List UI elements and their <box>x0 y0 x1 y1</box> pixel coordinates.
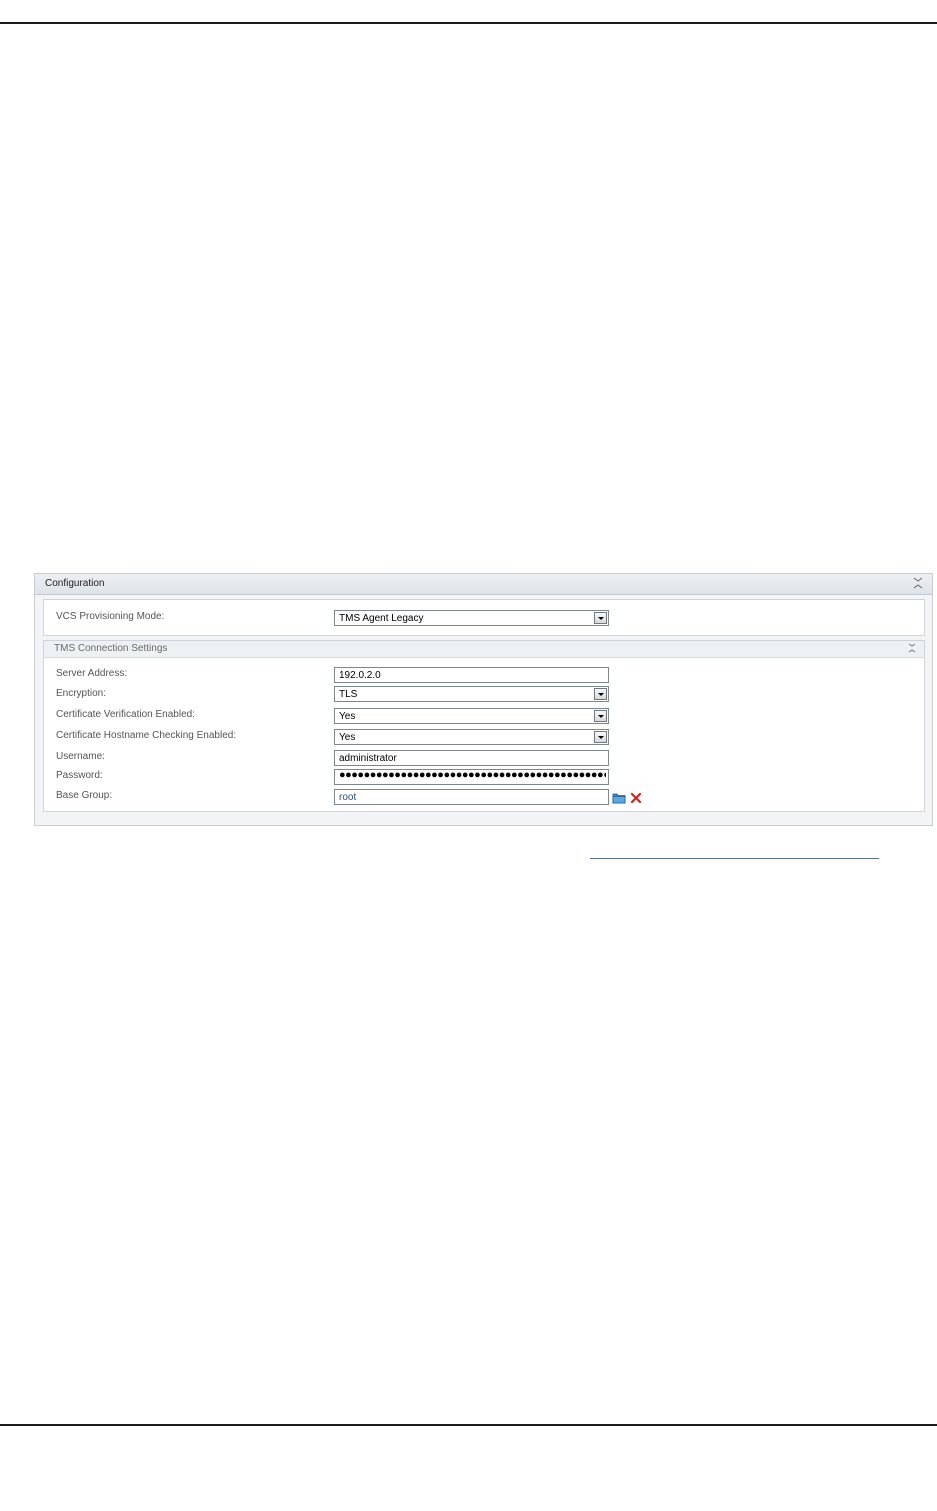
username-value: administrator <box>339 753 397 764</box>
encryption-value: TLS <box>339 689 358 700</box>
page-header-rule <box>0 22 937 24</box>
tms-connection-title: TMS Connection Settings <box>54 643 168 654</box>
provisioning-mode-select[interactable]: TMS Agent Legacy <box>334 610 609 626</box>
folder-icon[interactable] <box>612 791 626 804</box>
document-link-underline <box>590 858 879 859</box>
cert-verification-label: Certificate Verification Enabled: <box>56 709 195 720</box>
configuration-panel-header: Configuration <box>35 574 932 595</box>
tms-connection-header: TMS Connection Settings <box>44 641 924 658</box>
server-address-input[interactable]: 192.0.2.0 <box>334 667 609 683</box>
provisioning-mode-section: VCS Provisioning Mode: TMS Agent Legacy <box>43 599 925 636</box>
chevron-down-icon[interactable] <box>594 612 607 624</box>
server-address-value: 192.0.2.0 <box>339 670 381 681</box>
chevron-down-icon[interactable] <box>594 731 607 743</box>
page-footer-rule <box>0 1424 937 1426</box>
chevron-down-icon[interactable] <box>594 710 607 722</box>
password-input[interactable]: ●●●●●●●●●●●●●●●●●●●●●●●●●●●●●●●●●●●●●●●●… <box>334 769 609 785</box>
server-address-label: Server Address: <box>56 668 128 679</box>
configuration-panel: Configuration VCS Provisioning Mode: TMS… <box>34 573 933 826</box>
double-chevron-icon[interactable] <box>912 576 924 590</box>
base-group-value[interactable]: root <box>339 792 356 803</box>
username-label: Username: <box>56 751 105 762</box>
encryption-label: Encryption: <box>56 688 107 699</box>
cert-verification-value: Yes <box>339 711 356 722</box>
base-group-input[interactable]: root <box>334 789 609 805</box>
username-input[interactable]: administrator <box>334 750 609 766</box>
panel-title: Configuration <box>45 578 105 589</box>
base-group-label: Base Group: <box>56 790 113 801</box>
password-label: Password: <box>56 770 103 781</box>
cert-verification-select[interactable]: Yes <box>334 708 609 724</box>
provisioning-mode-value: TMS Agent Legacy <box>339 613 424 624</box>
hostname-checking-value: Yes <box>339 732 356 743</box>
encryption-select[interactable]: TLS <box>334 686 609 702</box>
password-value: ●●●●●●●●●●●●●●●●●●●●●●●●●●●●●●●●●●●●●●●●… <box>339 769 606 781</box>
tms-connection-settings: TMS Connection Settings Server Address: … <box>43 640 925 812</box>
red-x-icon[interactable] <box>630 791 642 804</box>
hostname-checking-select[interactable]: Yes <box>334 729 609 745</box>
double-chevron-icon[interactable] <box>906 642 918 654</box>
provisioning-mode-label: VCS Provisioning Mode: <box>56 611 165 622</box>
hostname-checking-label: Certificate Hostname Checking Enabled: <box>56 730 237 741</box>
chevron-down-icon[interactable] <box>594 688 607 700</box>
